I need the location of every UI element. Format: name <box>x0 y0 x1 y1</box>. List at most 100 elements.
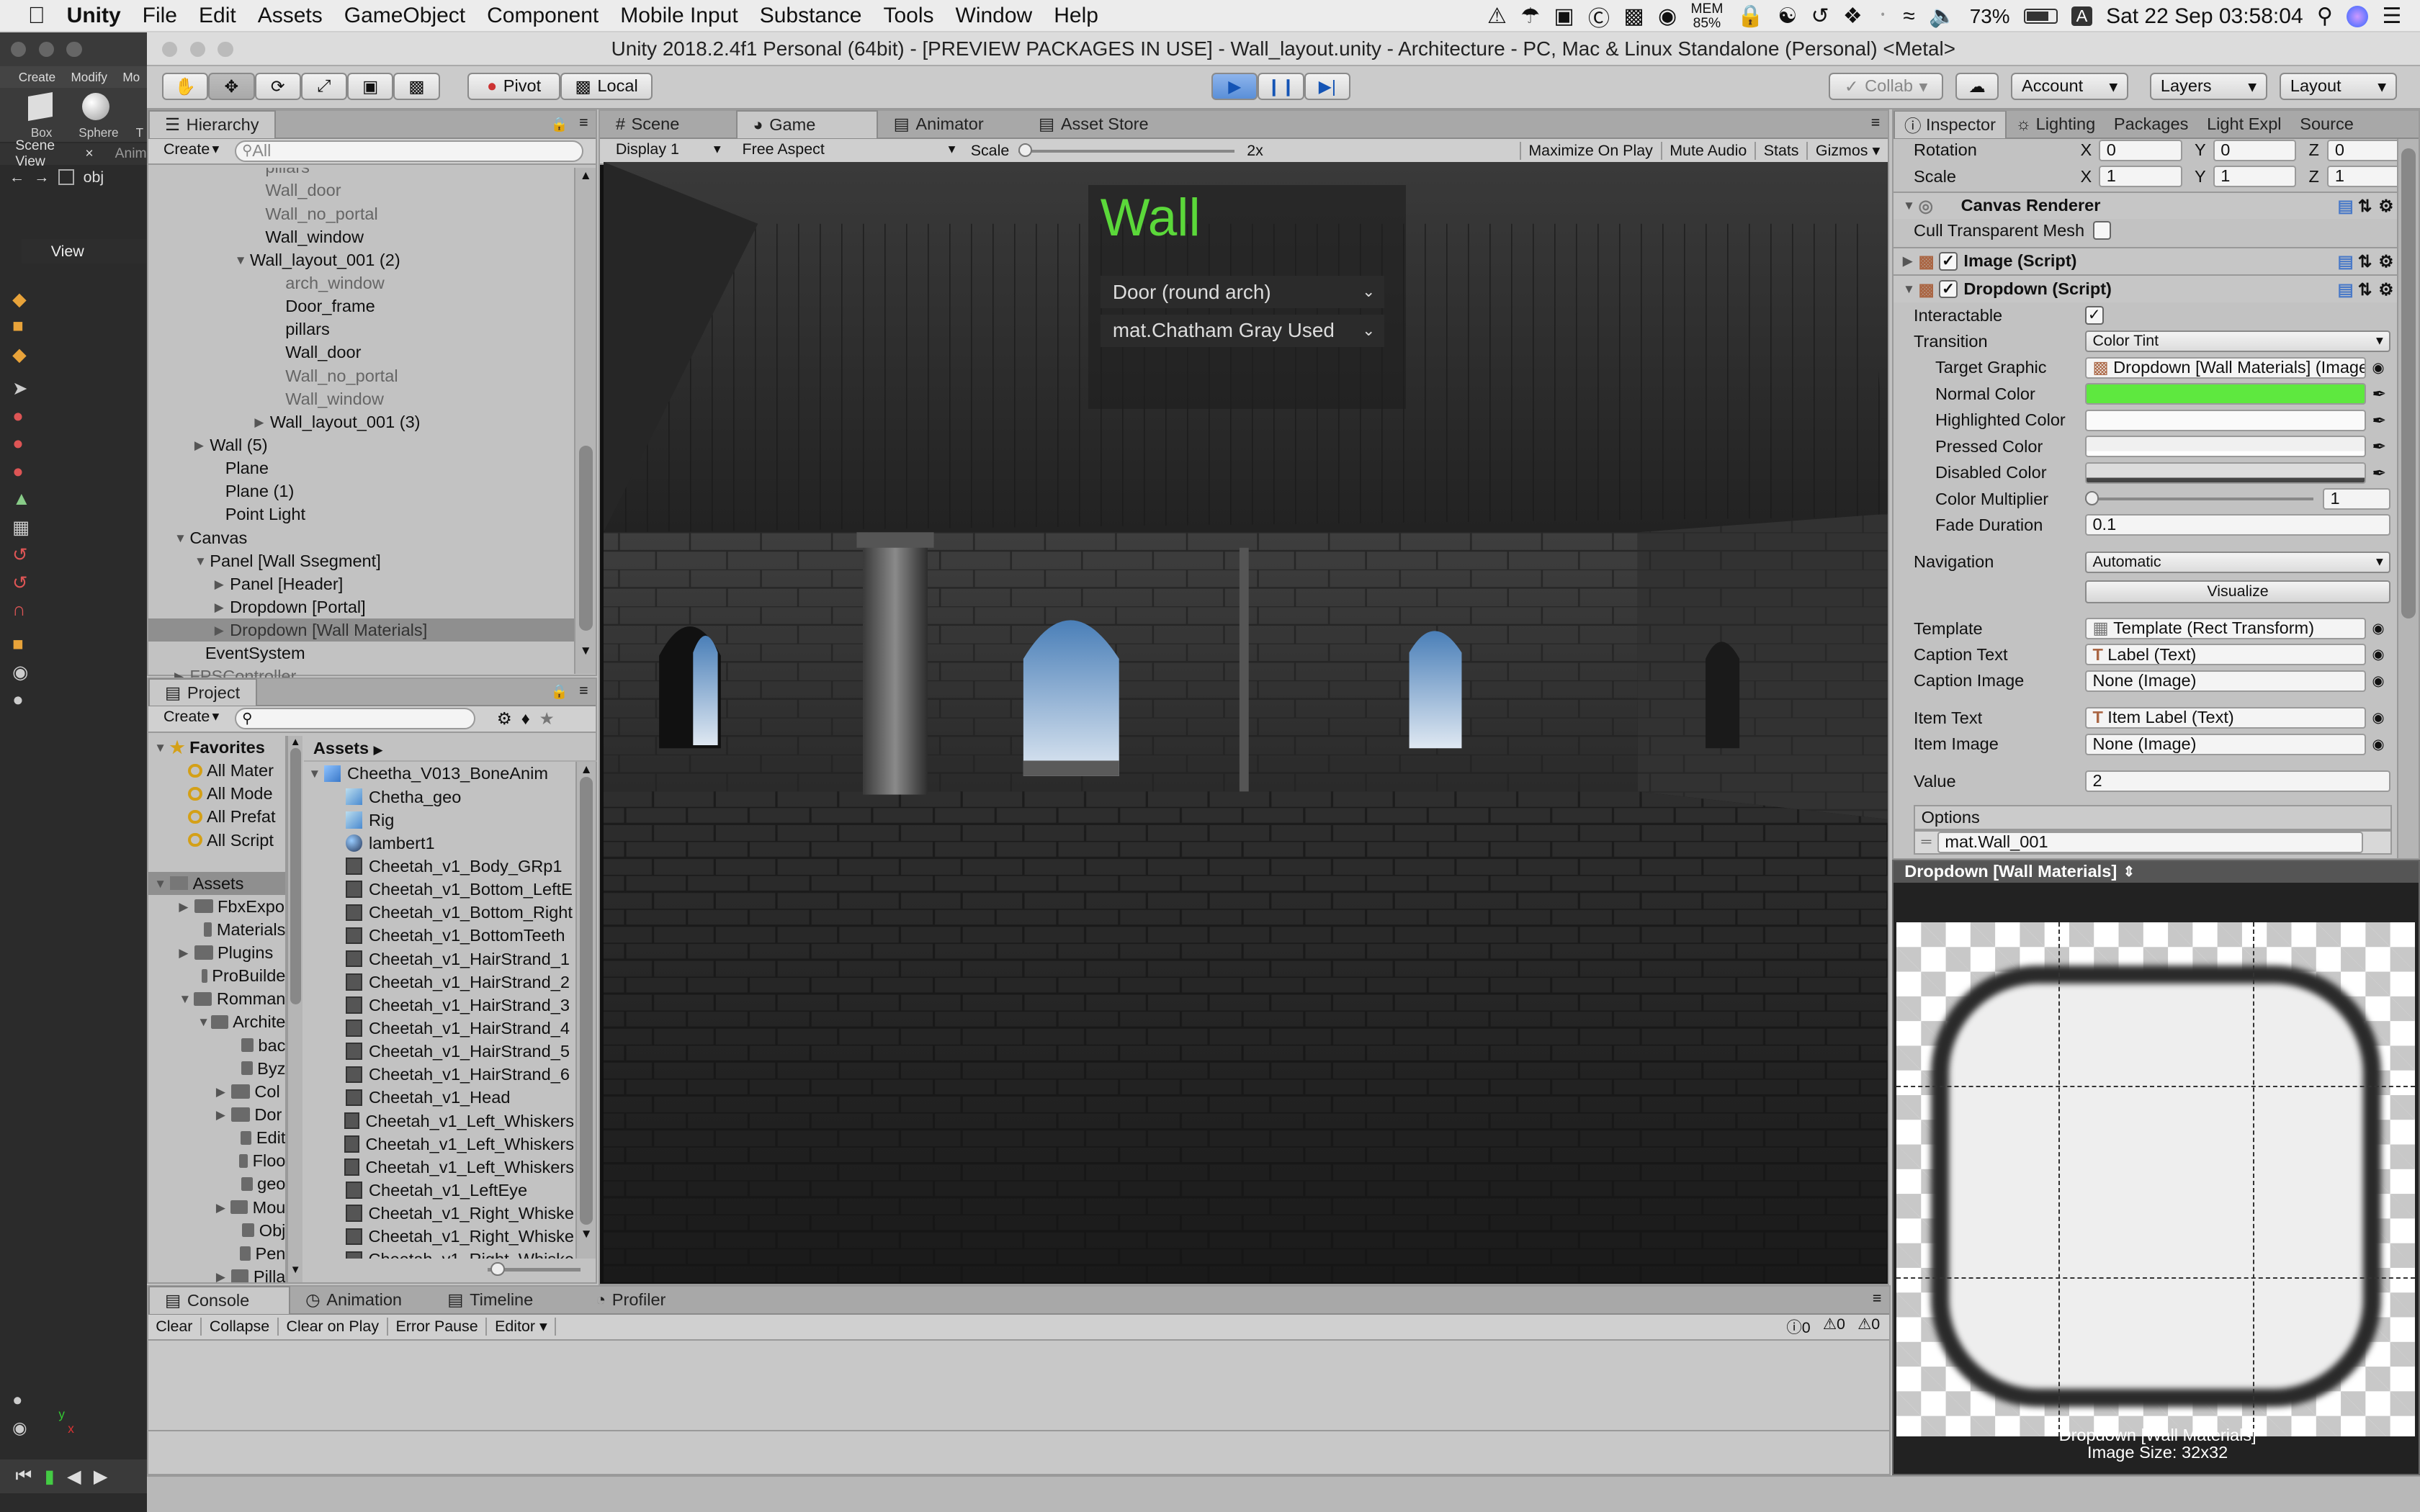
play-button[interactable]: ▶ <box>1211 72 1258 101</box>
expanded-arrow-icon[interactable]: ▼ <box>194 549 210 572</box>
local-button[interactable]: ▩ Local <box>560 72 653 101</box>
object-picker-icon[interactable]: ◉ <box>2372 736 2384 753</box>
file-list-scrollbar[interactable]: ▲ ▼ <box>575 762 596 1259</box>
clock[interactable]: Sat 22 Sep 03:58:04 <box>2106 4 2303 29</box>
minimize-window-icon[interactable] <box>189 41 205 58</box>
mute-audio-toggle[interactable]: Mute Audio <box>1660 142 1755 161</box>
collapsed-arrow-icon[interactable]: ▶ <box>174 665 189 677</box>
error-pause-toggle[interactable]: Error Pause <box>388 1318 488 1336</box>
scroll-down-icon[interactable]: ▼ <box>575 643 596 658</box>
play-anim-icon[interactable]: ▶ <box>94 1466 108 1488</box>
tool-icon-5[interactable]: ● <box>12 406 43 434</box>
collapsed-arrow-icon[interactable]: ▶ <box>216 1103 231 1126</box>
scale-y-field[interactable]: 1 <box>2213 166 2297 188</box>
help-book-icon[interactable]: ▤ <box>2338 196 2354 216</box>
component-gear-icon[interactable]: ⚙ <box>2378 196 2393 216</box>
favorite-star-icon[interactable]: ★ <box>539 708 555 729</box>
eyedropper-icon[interactable]: ✒ <box>2372 384 2386 404</box>
asset-file-item[interactable]: Chetha_geo <box>308 786 574 809</box>
hierarchy-item[interactable]: Wall_no_portal <box>148 202 574 225</box>
hierarchy-item[interactable]: pillars <box>148 168 574 179</box>
bluetooth-icon[interactable]: ᛫ <box>1876 4 1889 29</box>
scale-tool-button[interactable]: ⤢ <box>300 72 348 101</box>
tab-animation[interactable]: ◷ Animation <box>290 1286 432 1314</box>
box-primitive-icon[interactable] <box>27 91 53 122</box>
prev-frame-icon[interactable]: ◀ <box>67 1466 81 1488</box>
favorite-item[interactable]: All Mater <box>148 759 286 782</box>
input-source-icon[interactable]: A <box>2071 6 2092 26</box>
editor-dropdown[interactable]: Editor ▾ <box>487 1318 557 1336</box>
assets-root-row[interactable]: ▼ Assets <box>148 871 286 895</box>
maximize-on-play-toggle[interactable]: Maximize On Play <box>1519 142 1661 161</box>
fade-duration-field[interactable]: 0.1 <box>2084 514 2391 536</box>
preset-icon[interactable]: ⇅ <box>2358 279 2372 300</box>
tool-icon-14[interactable]: ◉ <box>12 662 43 690</box>
template-field[interactable]: ▦ Template (Rect Transform) <box>2084 618 2366 640</box>
asset-folder-item[interactable]: ProBuilde <box>148 964 285 987</box>
interactable-checkbox[interactable]: ✓ <box>2084 306 2104 325</box>
asset-folder-item[interactable]: ▶ Plugins <box>148 941 286 964</box>
help-book-icon[interactable]: ▤ <box>2338 279 2354 300</box>
rotation-x-field[interactable]: 0 <box>2099 139 2182 161</box>
time-machine-icon[interactable]: ↺ <box>1811 4 1829 29</box>
lock-icon[interactable]: 🔒 <box>551 116 568 133</box>
scroll-up-icon[interactable]: ▲ <box>575 168 596 183</box>
asset-folder-item[interactable]: Byz <box>148 1057 285 1080</box>
panel-menu-icon[interactable]: ≡ <box>579 114 588 132</box>
icon-size-slider-handle[interactable] <box>490 1261 505 1277</box>
accessibility-status-icon[interactable]: ☯ <box>1778 4 1797 29</box>
menu-assets[interactable]: Assets <box>258 4 323 28</box>
move-tool-button[interactable]: ✥ <box>208 72 255 101</box>
hierarchy-item[interactable]: ▶ Wall (5) <box>148 433 574 456</box>
close-window-icon[interactable] <box>11 41 27 58</box>
layers-dropdown[interactable]: Layers ▾ <box>2150 72 2267 101</box>
asset-file-item[interactable]: Cheetah_v1_LeftEye <box>308 1179 574 1202</box>
eyedropper-icon[interactable]: ✒ <box>2372 410 2386 431</box>
drag-handle-icon[interactable]: ═ <box>1922 834 1932 850</box>
asset-folder-item[interactable]: ▶ FbxExpo <box>148 895 286 918</box>
battery-icon[interactable] <box>2023 8 2058 24</box>
project-search-input[interactable]: ⚲ <box>234 708 475 730</box>
asset-file-item[interactable]: Cheetah_v1_Bottom_Right <box>308 901 574 924</box>
memory-indicator[interactable]: MEM 85% <box>1690 2 1723 30</box>
collapsed-arrow-icon[interactable]: ▶ <box>216 1265 231 1282</box>
favorite-item[interactable]: All Script <box>148 829 286 852</box>
tab-asset-store[interactable]: ▤ Asset Store <box>1023 110 1178 138</box>
asset-file-item[interactable]: Cheetah_v1_HairStrand_3 <box>308 994 574 1017</box>
tool-icon-3[interactable]: ◆ <box>12 344 43 378</box>
asset-file-item[interactable]: lambert1 <box>308 832 574 855</box>
menu-gameobject[interactable]: GameObject <box>344 4 465 28</box>
hand-tool-button[interactable]: ✋ <box>161 72 209 101</box>
breadcrumb-assets[interactable]: Assets <box>313 739 369 757</box>
menu-edit[interactable]: Edit <box>199 4 236 28</box>
asset-file-item[interactable]: Rig <box>308 809 574 832</box>
scale-slider[interactable] <box>1018 143 1235 158</box>
tab-scene[interactable]: # Scene <box>600 110 736 138</box>
collapsed-arrow-icon[interactable]: ▶ <box>254 410 269 433</box>
collapsed-arrow-icon[interactable]: ▶ <box>215 595 230 618</box>
asset-folder-item[interactable]: Obj <box>148 1219 285 1242</box>
hierarchy-item[interactable]: Wall_door <box>148 179 574 202</box>
hierarchy-item[interactable]: Wall_window <box>148 387 574 410</box>
error-count-toggle[interactable]: ⚠0 <box>1857 1315 1880 1338</box>
expanded-arrow-icon[interactable]: ▼ <box>235 248 250 271</box>
menu-file[interactable]: File <box>143 4 177 28</box>
warning-count-toggle[interactable]: ⚠0 <box>1823 1315 1845 1338</box>
collapsed-arrow-icon[interactable]: ▶ <box>216 1196 230 1219</box>
scroll-down-icon[interactable]: ▼ <box>288 1264 302 1276</box>
tool-icon-6[interactable]: ● <box>12 433 43 462</box>
collapsed-arrow-icon[interactable]: ▶ <box>215 572 230 595</box>
asset-file-item[interactable]: Cheetah_v1_Bottom_LeftE <box>308 878 574 901</box>
cloud-button[interactable]: ☁ <box>1955 72 1999 101</box>
dropdown-script-header[interactable]: ▼ ▩ ✓ Dropdown (Script) ▤ ⇅ ⚙ <box>1894 274 2401 302</box>
item-text-field[interactable]: T Item Label (Text) <box>2084 707 2366 729</box>
object-picker-icon[interactable]: ◉ <box>2372 709 2384 726</box>
color-multiplier-slider[interactable] <box>2084 491 2314 506</box>
collab-button[interactable]: ✓ Collab ▾ <box>1829 72 1943 101</box>
color-multiplier-field[interactable]: 1 <box>2322 488 2391 510</box>
favorite-item[interactable]: All Mode <box>148 782 286 805</box>
asset-file-item[interactable]: Cheetah_v1_HairStrand_4 <box>308 1017 574 1040</box>
notification-center-icon[interactable]: ☰ <box>2382 4 2401 29</box>
hierarchy-item[interactable]: Plane <box>148 456 574 480</box>
tab-game[interactable]: ◕ Game <box>736 110 879 138</box>
